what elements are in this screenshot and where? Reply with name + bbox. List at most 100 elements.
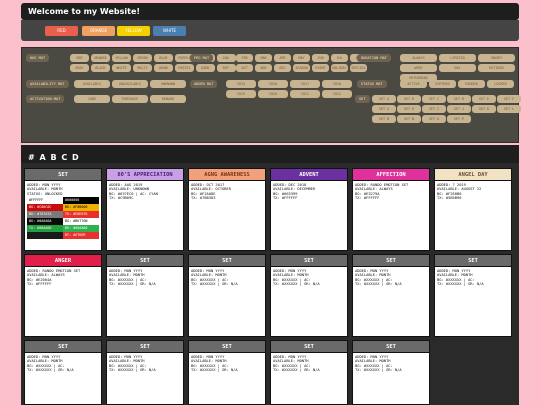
color-card[interactable]: SET ADDED: MON YYYY AVAILABLE: MONTH BG: #X… — [270, 340, 348, 405]
filter-button[interactable]: HIDDEN — [458, 80, 485, 88]
filter-button[interactable]: SET P — [447, 115, 471, 123]
color-card[interactable]: SET ADDED: MON YYYY AVAILABLE: MONTH STATUS… — [24, 168, 102, 251]
filter-button[interactable]: MULTI — [133, 64, 152, 72]
filter-button[interactable]: GREEN — [133, 54, 152, 62]
filter-button[interactable]: FEB — [236, 54, 253, 62]
filter-button[interactable]: UNAVAILABLE — [112, 80, 148, 88]
color-card[interactable]: AGNG AWARENESS ADDED: OCT 2017 AVAILABLE: … — [188, 168, 266, 251]
filter-button[interactable]: SET A — [372, 95, 396, 103]
filter-button[interactable]: PASTEL — [175, 64, 194, 72]
filter-button[interactable]: EXPIRED — [429, 80, 456, 88]
filter-button[interactable]: 2019 — [226, 90, 256, 98]
filter-button[interactable]: CODE — [74, 95, 110, 103]
filter-button[interactable]: BLACK — [91, 64, 110, 72]
filter-button[interactable]: 2017 — [290, 80, 320, 88]
color-swatch: #FFFFFF — [27, 197, 63, 205]
color-card[interactable]: AFFECTION ADDED: RANDO EMOTION SET AVAILAB… — [352, 168, 430, 251]
filter-button[interactable]: 2021 — [290, 90, 320, 98]
filter-button[interactable]: BLUE — [154, 54, 173, 62]
filter-button[interactable]: DARK — [196, 64, 215, 72]
filter-button[interactable]: SET K — [472, 105, 496, 113]
card-body: ADDED: DEC 2018 AVAILABLE: DECEMBER BG: #6… — [271, 181, 347, 201]
filter-button[interactable]: NOV — [255, 64, 272, 72]
filter-button[interactable]: SET I — [422, 105, 446, 113]
filter-button[interactable]: MONTH — [478, 54, 515, 62]
color-card[interactable]: SET ADDED: MON YYYY AVAILABLE: MONTH BG: #X… — [270, 254, 348, 337]
color-card[interactable]: 80'S APPRECIATION ADDED: AUG 2019 AVAILABL… — [106, 168, 184, 251]
filter-button[interactable]: SPECIAL — [350, 64, 367, 72]
card-title: ANGER — [25, 255, 101, 267]
filter-button[interactable]: LOCKED — [487, 80, 514, 88]
filter-button[interactable]: NEON — [154, 64, 173, 72]
card-info-line: TX: #XXXXXX | GR: N/A — [109, 282, 156, 287]
color-swatch: TX: #00AA00 — [27, 225, 63, 233]
filter-button[interactable]: SET D — [447, 95, 471, 103]
color-card[interactable]: SET ADDED: MON YYYY AVAILABLE: MONTH BG: #X… — [24, 340, 102, 405]
filter-button[interactable]: EVENT — [312, 64, 329, 72]
card-body: ADDED: MON YYYY AVAILABLE: MONTH BG: #XXXX… — [25, 353, 101, 373]
filter-button[interactable]: SET C — [422, 95, 446, 103]
filter-button[interactable]: JUN — [312, 54, 329, 62]
color-card[interactable]: ANGEL DAY ADDED: ? 2019 AVAILABLE: AUGUST … — [434, 168, 512, 251]
card-info-line: TX: #XXXXXX | GR: N/A — [355, 282, 402, 287]
filter-button[interactable]: SET F — [497, 95, 521, 103]
nav-button-white[interactable]: WHITE — [153, 26, 186, 36]
filter-button[interactable]: 2022 — [322, 90, 352, 98]
card-title: SET — [189, 255, 265, 267]
filter-button[interactable]: 2015 — [226, 80, 256, 88]
color-card[interactable]: SET ADDED: MON YYYY AVAILABLE: MONTH BG: #X… — [352, 254, 430, 337]
filter-button[interactable]: JUL — [331, 54, 348, 62]
nav-button-yellow[interactable]: YELLOW — [117, 26, 150, 36]
filter-button[interactable]: 2018 — [322, 80, 352, 88]
color-card[interactable]: SET ADDED: MON YYYY AVAILABLE: MONTH BG: #X… — [434, 254, 512, 337]
card-info-line: TX: #FFFFFF — [355, 196, 380, 201]
filter-button[interactable]: DAY — [439, 64, 476, 72]
filter-button[interactable]: AVAILABLE — [74, 80, 110, 88]
color-card[interactable]: SET ADDED: MON YYYY AVAILABLE: MONTH BG: #X… — [188, 340, 266, 405]
card-info-line: TX: #FFFFFF — [273, 196, 298, 201]
card-info-line: TX: #XXXXXX | GR: N/A — [355, 368, 402, 373]
filter-button[interactable]: OCT — [236, 64, 253, 72]
filter-button[interactable]: SET L — [497, 105, 521, 113]
filter-button[interactable]: SET J — [447, 105, 471, 113]
filter-button[interactable]: MAY — [293, 54, 310, 62]
filter-button[interactable]: SET M — [372, 115, 396, 123]
filter-button[interactable]: SET N — [397, 115, 421, 123]
filter-button[interactable]: SET O — [422, 115, 446, 123]
filter-button[interactable]: ORANGE — [91, 54, 110, 62]
filter-button[interactable]: HOLIDAY — [331, 64, 348, 72]
filter-button[interactable]: SET G — [372, 105, 396, 113]
color-card[interactable]: SET ADDED: MON YYYY AVAILABLE: MONTH BG: #X… — [352, 340, 430, 405]
filter-button[interactable]: APR — [274, 54, 291, 62]
nav-button-red[interactable]: RED — [45, 26, 78, 36]
filter-button[interactable]: UNKNOWN — [150, 80, 186, 88]
filter-button[interactable]: WHITE — [112, 64, 131, 72]
filter-button[interactable]: GRAY — [70, 64, 89, 72]
filter-button[interactable]: RETIRED — [478, 64, 515, 72]
color-card[interactable]: SET ADDED: MON YYYY AVAILABLE: MONTH BG: #X… — [106, 254, 184, 337]
filter-button[interactable]: REWARD — [150, 95, 186, 103]
filter-button[interactable]: RED — [70, 54, 89, 62]
color-card[interactable]: ADVENT ADDED: DEC 2018 AVAILABLE: DECEMBER… — [270, 168, 348, 251]
filter-button[interactable]: SET H — [397, 105, 421, 113]
filter-button[interactable]: WEEK — [400, 64, 437, 72]
filter-button[interactable]: MAR — [255, 54, 272, 62]
filter-button[interactable]: ACTIVE — [400, 80, 427, 88]
filter-button[interactable]: LIMITED — [439, 54, 476, 62]
filter-button[interactable]: SET E — [472, 95, 496, 103]
filter-button[interactable]: ALWAYS — [400, 54, 437, 62]
filter-button[interactable]: JAN — [217, 54, 234, 62]
filter-button[interactable]: PURCHASE — [112, 95, 148, 103]
nav-button-orange[interactable]: ORANGE — [82, 26, 115, 36]
filter-button[interactable]: 2016 — [258, 80, 288, 88]
filter-button[interactable]: 2020 — [258, 90, 288, 98]
filter-button[interactable]: YELLOW — [112, 54, 131, 62]
color-card[interactable]: ANGER ADDED: RANDO EMOTION SET AVAILABLE: … — [24, 254, 102, 337]
color-card[interactable]: SET ADDED: MON YYYY AVAILABLE: MONTH BG: #X… — [188, 254, 266, 337]
color-card[interactable]: SET ADDED: MON YYYY AVAILABLE: MONTH BG: #X… — [106, 340, 184, 405]
filter-button[interactable]: DEC — [274, 64, 291, 72]
color-swatch: BG: #0A0A0A — [27, 218, 63, 226]
filter-button[interactable]: SET B — [397, 95, 421, 103]
filter-button[interactable]: SEASON — [293, 64, 310, 72]
filter-button[interactable]: SEP — [217, 64, 234, 72]
